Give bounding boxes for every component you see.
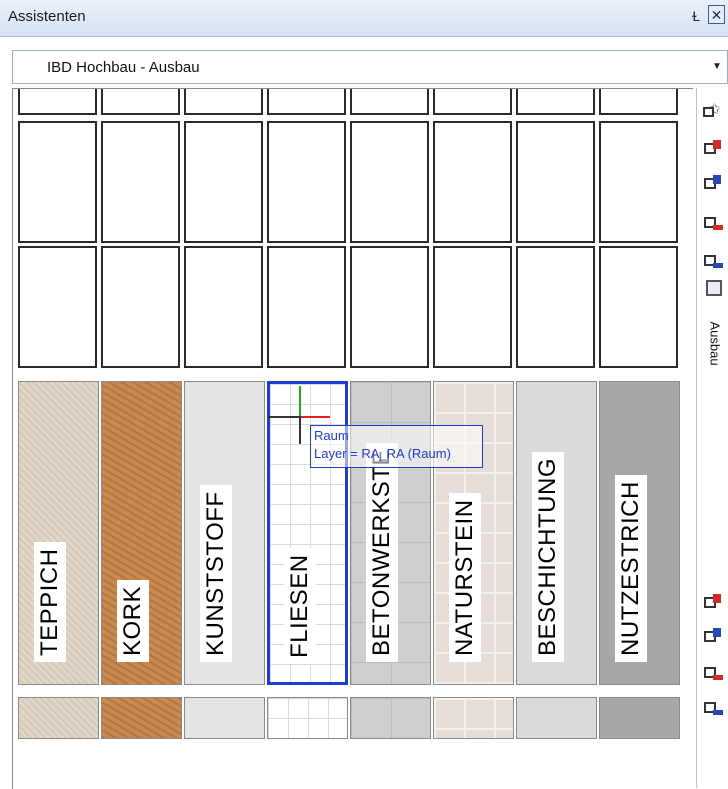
- empty-cell[interactable]: [433, 121, 512, 243]
- material-swatch-kork[interactable]: [101, 697, 182, 739]
- material-label: KUNSTSTOFF: [200, 485, 232, 662]
- empty-cell[interactable]: [433, 246, 512, 368]
- material-swatch-fliesen[interactable]: [267, 697, 348, 739]
- red-flag-icon[interactable]: [701, 138, 725, 160]
- empty-cell[interactable]: [184, 121, 263, 243]
- red-shadow-icon[interactable]: [701, 662, 725, 684]
- empty-cell[interactable]: [516, 246, 595, 368]
- tab-ausbau[interactable]: Ausbau: [706, 280, 724, 390]
- red-shadow-icon[interactable]: [701, 212, 725, 234]
- empty-cell[interactable]: [516, 121, 595, 243]
- empty-cell[interactable]: [18, 89, 97, 115]
- crosshair-x-axis: [300, 416, 330, 418]
- empty-cell[interactable]: [267, 246, 346, 368]
- material-swatch-betonwerkste[interactable]: [350, 697, 431, 739]
- material-tile-nutzestrich[interactable]: NUTZESTRICH: [599, 381, 680, 685]
- blue-shadow-icon[interactable]: [701, 697, 725, 719]
- empty-cell[interactable]: [101, 89, 180, 115]
- blue-flag-icon[interactable]: [701, 626, 725, 648]
- material-tile-beschichtung[interactable]: BESCHICHTUNG: [516, 381, 597, 685]
- empty-cell[interactable]: [18, 246, 97, 368]
- empty-cell[interactable]: [267, 121, 346, 243]
- cube-icon: [706, 280, 722, 296]
- tooltip-layer-info: Layer = RA_RA (Raum): [314, 446, 451, 461]
- material-swatch-nutzestrich[interactable]: [599, 697, 680, 739]
- tooltip-object-type: Raum: [314, 428, 349, 443]
- panel-title: Assistenten: [8, 8, 86, 25]
- material-swatch-beschichtung[interactable]: [516, 697, 597, 739]
- material-swatch-kunststoff[interactable]: [184, 697, 265, 739]
- empty-cell[interactable]: [350, 121, 429, 243]
- chevron-down-icon[interactable]: ▼: [707, 51, 727, 83]
- empty-cell[interactable]: [350, 89, 429, 115]
- catalog-dropdown-value: IBD Hochbau - Ausbau: [47, 59, 200, 76]
- panel-title-bar: Assistenten Ɫ ✕: [0, 0, 728, 37]
- material-tile-kunststoff[interactable]: KUNSTSTOFF: [184, 381, 265, 685]
- empty-cell[interactable]: [184, 246, 263, 368]
- material-swatch-teppich[interactable]: [18, 697, 99, 739]
- material-label: TEPPICH: [34, 542, 66, 662]
- empty-cell[interactable]: [101, 246, 180, 368]
- material-swatch-naturstein[interactable]: [433, 697, 514, 739]
- crosshair-y-axis: [299, 386, 301, 416]
- material-tile-teppich[interactable]: TEPPICH: [18, 381, 99, 685]
- empty-cell[interactable]: [101, 121, 180, 243]
- empty-cell[interactable]: [350, 246, 429, 368]
- right-toolbar: ✩ Ausbau: [696, 88, 728, 788]
- empty-cell[interactable]: [184, 89, 263, 115]
- material-label: BESCHICHTUNG: [532, 451, 564, 662]
- material-label: BETONWERKSTE: [366, 443, 398, 662]
- material-tile-kork[interactable]: KORK: [101, 381, 182, 685]
- empty-cell[interactable]: [599, 121, 678, 243]
- favorites-star-icon[interactable]: ✩: [701, 100, 725, 122]
- blue-shadow-icon[interactable]: [701, 250, 725, 272]
- material-label: KORK: [117, 579, 149, 662]
- element-tooltip: Raum Layer = RA_RA (Raum): [310, 425, 483, 468]
- empty-cell[interactable]: [267, 89, 346, 115]
- empty-cell[interactable]: [433, 89, 512, 115]
- red-flag-icon[interactable]: [701, 592, 725, 614]
- pin-icon[interactable]: Ɫ: [689, 7, 703, 25]
- material-label: NUTZESTRICH: [615, 475, 647, 662]
- empty-cell[interactable]: [599, 246, 678, 368]
- tab-ausbau-label: Ausbau: [707, 321, 723, 366]
- blue-flag-icon[interactable]: [701, 173, 725, 195]
- material-label: NATURSTEIN: [449, 493, 481, 662]
- close-icon[interactable]: ✕: [708, 5, 725, 24]
- empty-cell[interactable]: [599, 89, 678, 115]
- empty-cell[interactable]: [516, 89, 595, 115]
- material-label: FLIESEN: [284, 548, 316, 664]
- catalog-dropdown[interactable]: IBD Hochbau - Ausbau ▼: [12, 50, 728, 84]
- empty-cell[interactable]: [18, 121, 97, 243]
